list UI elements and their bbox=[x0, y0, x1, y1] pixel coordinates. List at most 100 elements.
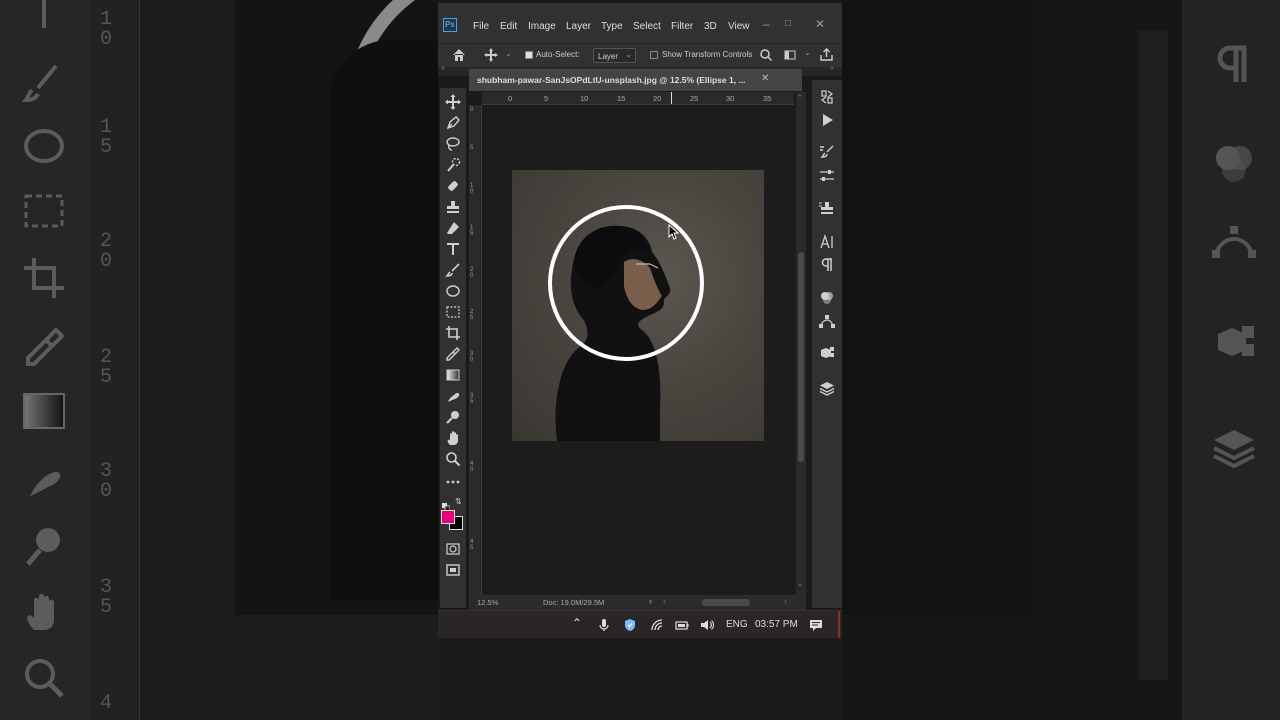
marquee-tool-icon[interactable] bbox=[445, 304, 461, 320]
close-window-icon[interactable]: ✕ bbox=[815, 17, 825, 31]
scroll-up-icon[interactable]: ⌃ bbox=[797, 94, 803, 102]
paths-icon[interactable] bbox=[819, 313, 835, 329]
healing-brush-tool-icon[interactable] bbox=[445, 178, 461, 194]
3d-icon bbox=[1218, 326, 1254, 356]
pen-tool-icon[interactable] bbox=[445, 115, 461, 131]
horizontal-scroll-thumb[interactable] bbox=[702, 599, 750, 606]
menu-image[interactable]: Image bbox=[528, 21, 556, 32]
taskbar-edge-accent bbox=[838, 611, 840, 639]
background-ruler-label: 2 5 bbox=[100, 346, 113, 389]
menu-layer[interactable]: Layer bbox=[566, 21, 591, 32]
background-right-canvas bbox=[842, 0, 1032, 615]
clone-source-icon[interactable] bbox=[819, 200, 835, 216]
background-toolbar bbox=[0, 0, 90, 720]
paragraph-icon[interactable] bbox=[819, 257, 835, 273]
transform-controls-checkbox[interactable] bbox=[650, 51, 658, 59]
background-ruler-label: 2 0 bbox=[100, 230, 113, 273]
chevron-down-icon: ⌄ bbox=[625, 50, 632, 59]
eraser-tool-icon[interactable] bbox=[445, 220, 461, 236]
volume-icon[interactable] bbox=[700, 618, 714, 632]
screen-mode-icon[interactable] bbox=[445, 562, 461, 578]
chevron-down-icon[interactable]: ⌄ bbox=[804, 48, 811, 57]
minimize-icon[interactable]: – bbox=[763, 17, 770, 31]
gradient-tool-icon[interactable] bbox=[445, 367, 461, 383]
character-icon[interactable] bbox=[819, 234, 835, 250]
menu-view[interactable]: View bbox=[728, 21, 750, 32]
move-tool-icon[interactable] bbox=[484, 48, 498, 62]
menu-edit[interactable]: Edit bbox=[500, 21, 517, 32]
dodge-tool-icon[interactable] bbox=[445, 409, 461, 425]
swap-colors-icon[interactable]: ⇅ bbox=[455, 497, 462, 506]
clock[interactable]: 03:57 PM bbox=[755, 619, 798, 630]
ruler-label: 5 bbox=[470, 145, 474, 151]
maximize-icon[interactable]: □ bbox=[785, 18, 791, 29]
scroll-right-icon[interactable]: › bbox=[784, 596, 787, 606]
zoom-tool-icon bbox=[25, 659, 64, 698]
actions-play-icon[interactable] bbox=[819, 112, 835, 128]
wifi-icon[interactable] bbox=[650, 618, 664, 632]
microphone-icon[interactable] bbox=[597, 618, 611, 632]
search-icon[interactable] bbox=[760, 49, 772, 61]
type-tool-icon bbox=[42, 0, 46, 28]
collapse-left-icon[interactable]: » bbox=[441, 65, 445, 72]
security-shield-icon[interactable] bbox=[623, 618, 637, 632]
smudge-tool-icon[interactable] bbox=[445, 388, 461, 404]
adjustments-icon[interactable] bbox=[819, 290, 835, 306]
adjust-sliders-icon[interactable] bbox=[819, 168, 835, 184]
hand-tool-icon bbox=[27, 593, 54, 630]
language-indicator[interactable]: ENG bbox=[726, 619, 748, 630]
workspace-icon[interactable] bbox=[784, 49, 796, 61]
scroll-left-icon[interactable]: ‹ bbox=[663, 596, 666, 606]
brush-tool-icon[interactable] bbox=[445, 262, 461, 278]
history-icon[interactable] bbox=[819, 89, 835, 105]
document-size: Doc: 19.0M/29.5M bbox=[543, 598, 605, 607]
3d-icon[interactable] bbox=[819, 345, 835, 361]
ellipse-tool-icon[interactable] bbox=[445, 283, 461, 299]
show-hidden-icons-icon[interactable]: ⌃ bbox=[572, 616, 582, 630]
layer-select-dropdown[interactable]: Layer ⌄ bbox=[593, 48, 636, 63]
ruler-label: 10 bbox=[580, 94, 589, 103]
menu-file[interactable]: File bbox=[473, 21, 489, 32]
quick-mask-icon[interactable] bbox=[445, 541, 461, 557]
chevron-down-icon[interactable]: ⌄ bbox=[505, 49, 512, 58]
zoom-level[interactable]: 12.5% bbox=[477, 598, 498, 607]
menu-type[interactable]: Type bbox=[601, 21, 623, 32]
crop-tool-icon[interactable] bbox=[445, 325, 461, 341]
move-tool-icon[interactable] bbox=[445, 94, 461, 110]
status-menu-arrow-icon[interactable]: › bbox=[649, 596, 652, 606]
ruler-label: 3 0 bbox=[470, 351, 474, 363]
notifications-icon[interactable] bbox=[809, 618, 823, 632]
zoom-tool-icon[interactable] bbox=[445, 451, 461, 467]
eyedropper-tool-icon[interactable] bbox=[445, 346, 461, 362]
canvas-area[interactable] bbox=[482, 106, 796, 595]
share-icon[interactable] bbox=[820, 48, 833, 61]
vertical-scrollbar[interactable]: ⌃ ⌄ bbox=[796, 92, 806, 595]
foreground-color-swatch[interactable] bbox=[441, 510, 455, 524]
hand-tool-icon[interactable] bbox=[445, 430, 461, 446]
document-tab[interactable]: shubham-pawar-SanJsOPdLtU-unsplash.jpg @… bbox=[469, 69, 802, 91]
scroll-down-icon[interactable]: ⌄ bbox=[797, 580, 803, 588]
stamp-tool-icon[interactable] bbox=[445, 199, 461, 215]
background-right-scrollbar bbox=[1138, 30, 1168, 680]
quick-select-tool-icon[interactable] bbox=[445, 157, 461, 173]
menu-3d[interactable]: 3D bbox=[704, 21, 717, 32]
more-tools-icon[interactable] bbox=[445, 474, 461, 490]
collapse-right-icon[interactable]: « bbox=[830, 65, 834, 72]
layers-icon[interactable] bbox=[819, 380, 835, 396]
smudge-tool-icon bbox=[30, 471, 61, 496]
type-tool-icon[interactable] bbox=[445, 241, 461, 257]
menu-filter[interactable]: Filter bbox=[671, 21, 693, 32]
home-icon[interactable] bbox=[452, 48, 466, 62]
document-image[interactable] bbox=[512, 170, 764, 441]
brush-settings-icon[interactable] bbox=[819, 144, 835, 160]
lasso-tool-icon[interactable] bbox=[445, 136, 461, 152]
default-colors-icon[interactable] bbox=[442, 498, 451, 512]
auto-select-checkbox[interactable] bbox=[525, 51, 533, 59]
background-left-blur: 1 0 1 5 2 0 2 5 3 0 3 5 4 bbox=[0, 0, 438, 720]
close-tab-icon[interactable]: ✕ bbox=[761, 73, 769, 84]
menu-select[interactable]: Select bbox=[633, 21, 661, 32]
vertical-scroll-thumb[interactable] bbox=[798, 252, 804, 462]
battery-icon[interactable] bbox=[675, 618, 689, 632]
background-vertical-ruler: 1 0 1 5 2 0 2 5 3 0 3 5 4 bbox=[90, 0, 140, 720]
background-right-blur bbox=[842, 0, 1280, 720]
